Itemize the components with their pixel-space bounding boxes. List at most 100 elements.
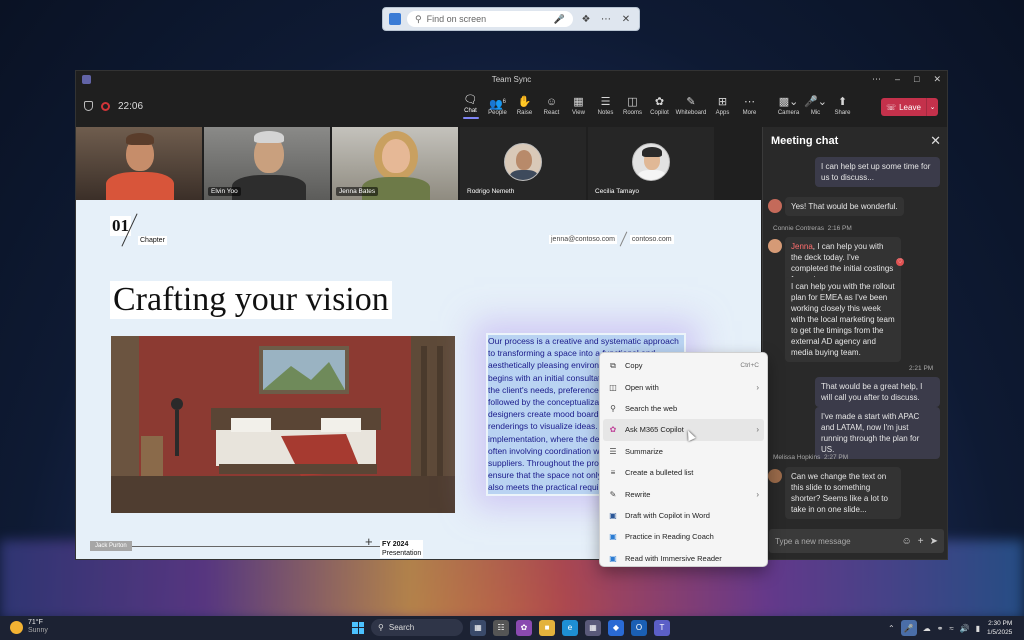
grid-icon: ▦ [573,96,584,108]
mic-icon: 🎤⌄ [804,96,827,108]
menu-item-copy[interactable]: ⧉ Copy Ctrl+C [600,355,767,376]
chevron-right-icon: › [756,489,759,499]
slide-email: jenna@contoso.com [549,234,617,244]
hand-icon: ✋ [517,96,532,108]
widgets-icon[interactable]: ☷ [493,619,509,636]
more-icon[interactable]: ⋯ [599,14,613,25]
taskbar-search[interactable]: ⚲ Search [371,619,463,636]
reading-coach-icon: ▣ [609,532,617,542]
find-on-screen-bar: ⚲ Find on screen 🎤 ❖ ⋯ ✕ [382,7,640,31]
menu-item-open-with[interactable]: ◫ Open with › [600,376,767,397]
toolbar-view[interactable]: ▦ View [565,87,592,125]
open-with-icon: ◫ [609,382,617,392]
taskbar: 71°F Sunny ⚲ Search ▦ ☷ ✿ ■ e ▦ ◆ O T ⌃ 🎤 … [0,616,1024,640]
volume-icon[interactable]: 🔊 [960,624,970,633]
toolbar-rooms[interactable]: ◫ Rooms [619,87,646,125]
app-icon[interactable]: ◆ [608,619,624,636]
close-icon[interactable]: ✕ [619,14,633,25]
leave-dropdown-icon[interactable]: ⌄ [926,98,938,116]
chat-mention: Jenna [791,242,813,251]
participant-tile[interactable]: Rodrigo Nemeth [460,127,586,200]
menu-item-summarize[interactable]: ☰ Summarize [600,441,767,462]
participant-strip: Elvin Yoo Jenna Bates Rodrigo Nemeth Cec… [76,127,761,200]
participant-name: Cecilia Tamayo [595,188,639,195]
participant-name: Jenna Bates [336,187,379,196]
add-icon[interactable]: + [918,536,924,547]
toolbar-mic[interactable]: 🎤⌄ Mic [802,87,829,125]
network-icon[interactable]: ⚭ [937,624,944,633]
message-input[interactable]: Type a new message [775,537,896,546]
find-search-field[interactable]: ⚲ Find on screen 🎤 [407,11,573,27]
chat-author: Melissa Hopkins 2:27 PM [773,454,849,461]
menu-item-search-web[interactable]: ⚲ Search the web [600,398,767,419]
plus-icon: + [365,534,373,549]
sun-icon [10,620,23,634]
chat-message: I can help you with the rollout plan for… [785,277,901,362]
menu-item-immersive-reader[interactable]: ▣ Read with Immersive Reader [600,548,767,569]
menu-item-draft-word[interactable]: ▣ Draft with Copilot in Word [600,505,767,526]
file-explorer-icon[interactable]: ■ [539,619,555,636]
meeting-chat-panel: Meeting chat ✕ I can help set up some ti… [762,127,947,559]
avatar [768,199,782,213]
send-icon[interactable]: ➤ [930,536,938,547]
reaction-icon[interactable]: ♡ [896,258,904,266]
participant-name: Rodrigo Nemeth [467,188,515,195]
edge-icon[interactable]: e [562,619,578,636]
toolbar-share[interactable]: ⬆ Share [829,87,856,125]
participant-tile[interactable]: Cecilia Tamayo [588,127,714,200]
close-icon[interactable]: ✕ [930,133,941,149]
toolbar-people[interactable]: 👥6 People [484,87,511,125]
slide-text-line: Our process is a creative and systematic… [488,335,684,348]
participant-tile[interactable] [76,127,202,200]
emoji-icon[interactable]: ☺ [902,536,912,547]
store-icon[interactable]: ▦ [585,619,601,636]
app-icon [389,13,401,25]
copilot-app-icon[interactable]: ✿ [516,619,532,636]
copilot-icon: ✿ [609,425,617,435]
clock[interactable]: 2:30 PM 1/5/2025 [987,619,1012,637]
compose-box[interactable]: Type a new message ☺ + ➤ [769,529,944,553]
search-icon: ⚲ [378,623,384,632]
immersive-reader-icon: ▣ [609,553,617,563]
toolbar-more[interactable]: ⋯ More [736,87,763,125]
slide-title: Crafting your vision [110,281,392,319]
chat-title: Meeting chat [771,135,839,147]
participant-tile[interactable]: Elvin Yoo [204,127,330,200]
mic-in-use-icon[interactable]: 🎤 [900,620,917,636]
menu-item-reading-coach[interactable]: ▣ Practice in Reading Coach [600,526,767,547]
toolbar-whiteboard[interactable]: ✎ Whiteboard [673,87,709,125]
menu-item-bulleted-list[interactable]: ≡ Create a bulleted list [600,462,767,483]
toolbar-notes[interactable]: ☰ Notes [592,87,619,125]
toolbar-chat[interactable]: 🗨 Chat [457,87,484,125]
battery-icon[interactable]: ▮ [976,624,980,633]
menu-item-ask-copilot[interactable]: ✿ Ask M365 Copilot › [603,419,764,441]
camera-icon: ▩⌄ [778,96,799,108]
toolbar-copilot[interactable]: ✿ Copilot [646,87,673,125]
context-menu: ⧉ Copy Ctrl+C ◫ Open with › ⚲ Search the web … [599,352,768,567]
participant-tile[interactable]: Jenna Bates [332,127,458,200]
summarize-icon: ☰ [609,446,617,456]
copy-icon: ⧉ [610,360,616,370]
cloud-icon[interactable]: ☁ [923,624,931,633]
presenter-name: Jack Purton [90,541,132,551]
participant-name: Elvin Yoo [208,187,241,196]
mic-icon[interactable]: 🎤 [554,14,565,25]
chevron-up-icon[interactable]: ⌃ [888,624,895,633]
toolbar-react[interactable]: ☺ React [538,87,565,125]
extension-icon[interactable]: ❖ [579,14,593,25]
toolbar-raise[interactable]: ✋ Raise [511,87,538,125]
wifi-icon[interactable]: ≈ [949,624,953,633]
search-icon: ⚲ [610,403,616,413]
whiteboard-icon: ✎ [686,96,696,108]
find-input[interactable]: Find on screen [427,14,549,24]
people-icon: 👥6 [488,98,507,111]
task-view-icon[interactable]: ▦ [470,619,486,636]
start-icon[interactable] [352,621,364,634]
menu-item-rewrite[interactable]: ✎ Rewrite › [600,483,767,504]
toolbar-camera[interactable]: ▩⌄ Camera [775,87,802,125]
toolbar-apps[interactable]: ⊞ Apps [709,87,736,125]
weather-widget[interactable]: 71°F Sunny [10,619,48,635]
teams-app-icon[interactable]: T [654,619,670,636]
leave-button[interactable]: ☏ Leave ⌄ [881,98,938,116]
outlook-icon[interactable]: O [631,619,647,636]
